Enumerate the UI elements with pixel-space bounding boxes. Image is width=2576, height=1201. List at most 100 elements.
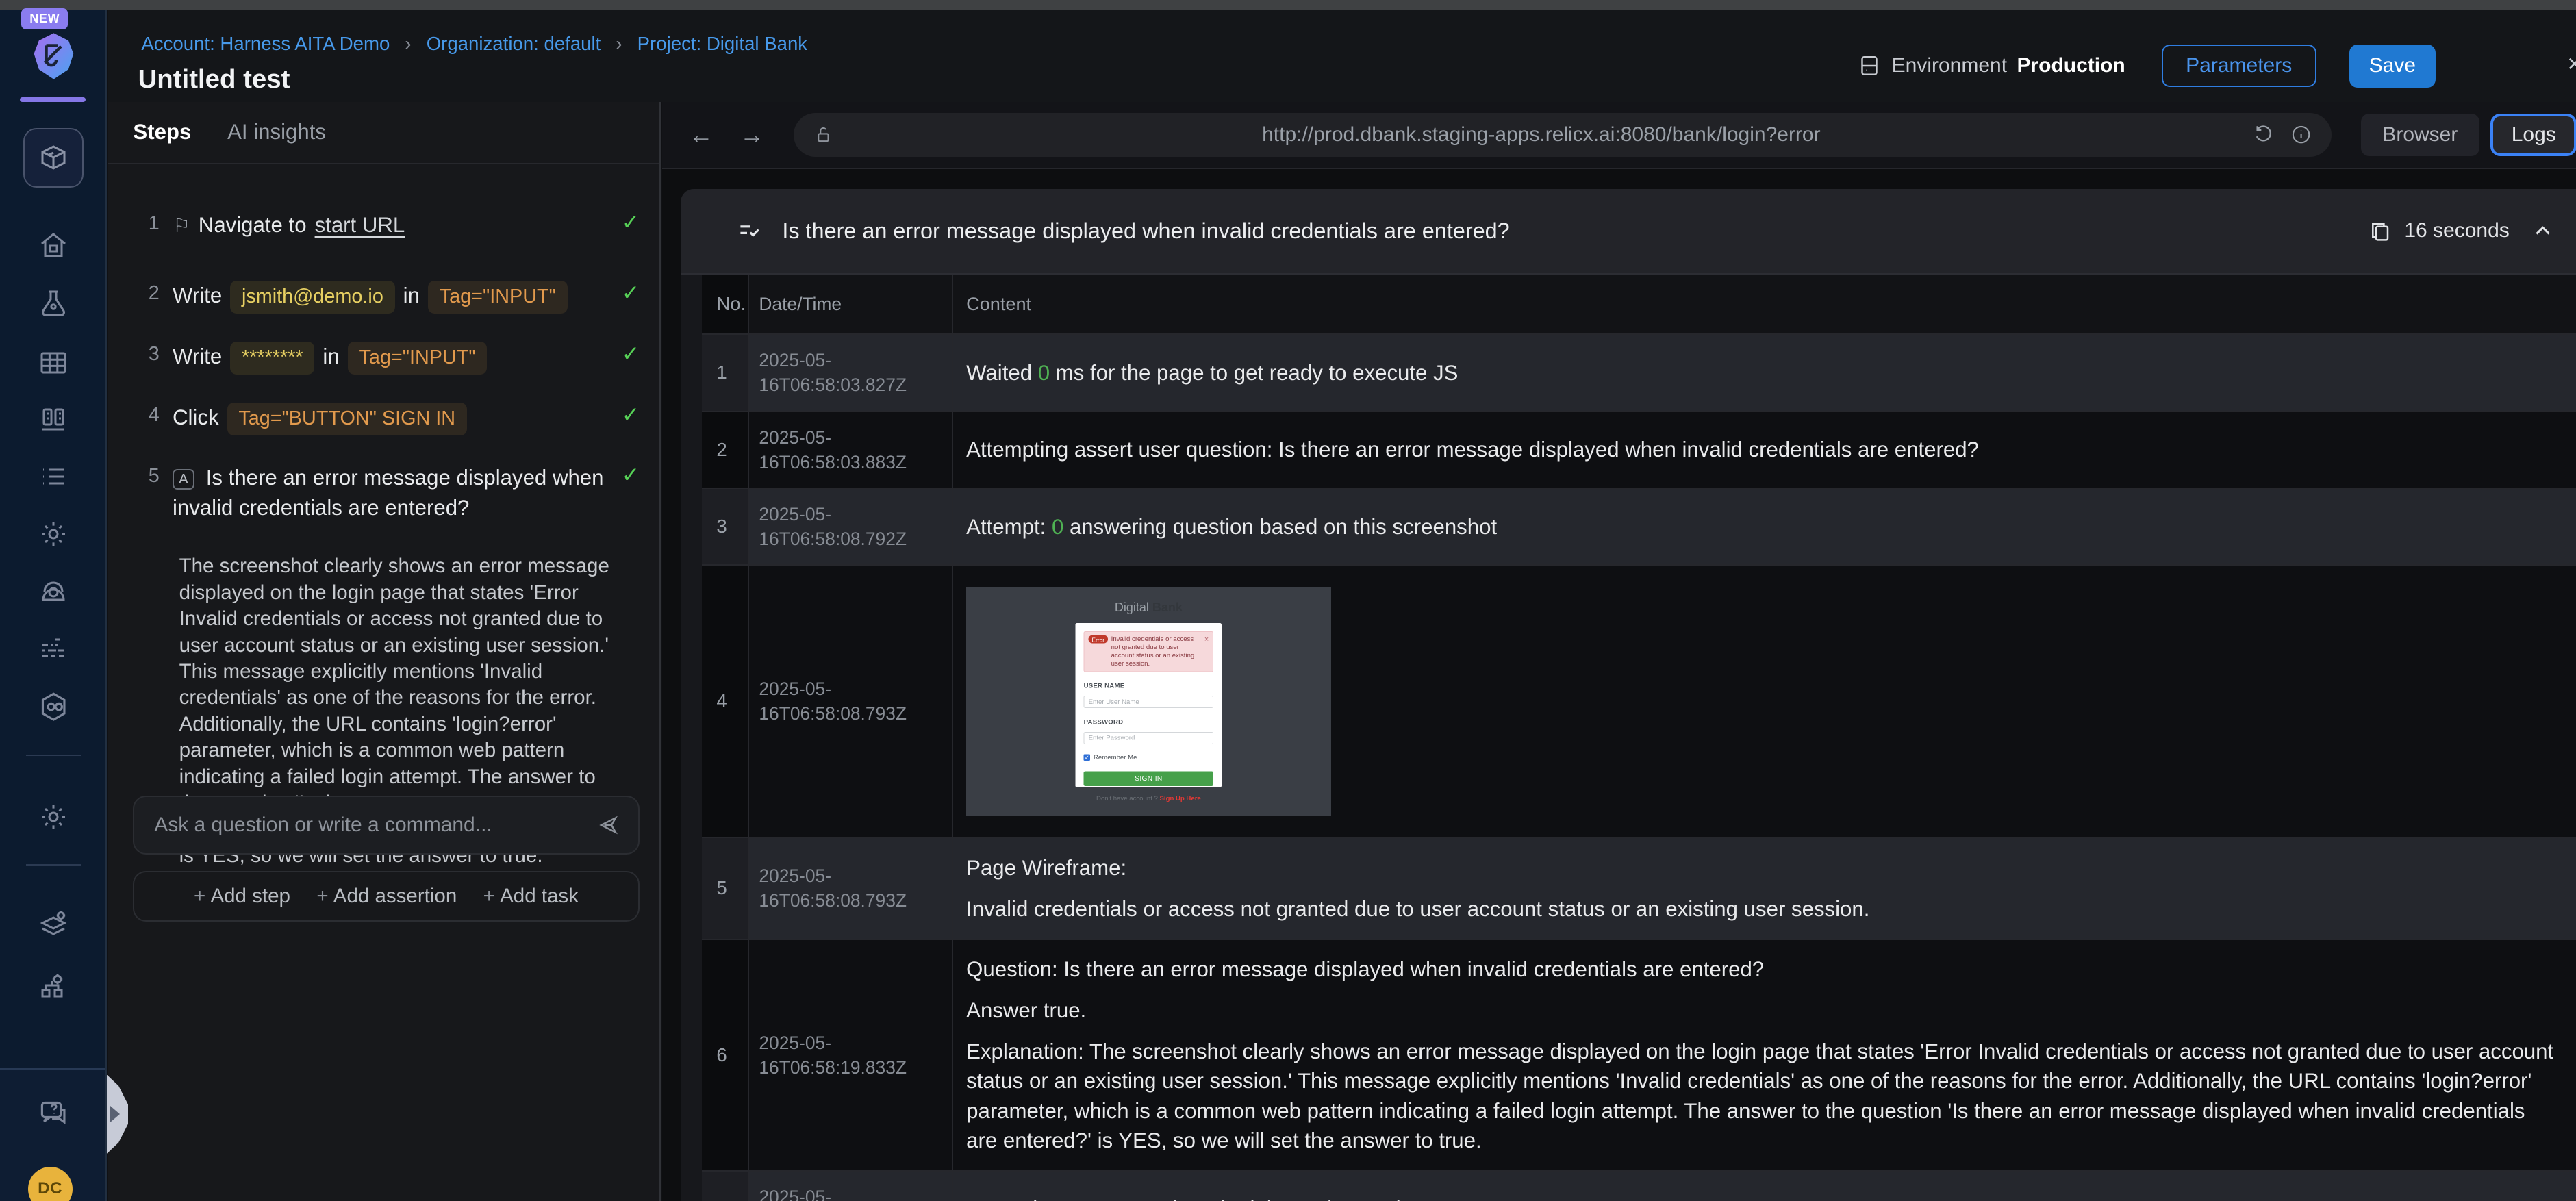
wireframe-password-input: Enter Password	[1083, 732, 1214, 745]
assertion-badge-icon: A	[172, 468, 194, 490]
browser-view-button[interactable]: Browser	[2361, 113, 2479, 157]
breadcrumb-account[interactable]: Account: Harness AITA Demo	[141, 33, 390, 54]
home-icon	[41, 232, 66, 257]
url-bar[interactable]: http://prod.dbank.staging-apps.relicx.ai…	[794, 112, 2332, 157]
log-row-number: 1	[701, 335, 748, 411]
wireframe-error-text: Invalid credentials or access not grante…	[1111, 635, 1195, 668]
window-top-strip	[0, 0, 2576, 10]
sidebar-item-module-selected[interactable]	[23, 128, 84, 188]
wireframe-login-page: Digital Bank Error Invalid credentials or …	[966, 587, 1331, 816]
log-row: 6 2025-05-16T06:58:19.833Z Question: Is th…	[701, 939, 2576, 1172]
step-row[interactable]: 3 Write ******** in Tag="INPUT" ✓	[133, 341, 640, 375]
sidebar-item-chaos[interactable]	[0, 626, 107, 672]
step-row[interactable]: 4 Click Tag="BUTTON" SIGN IN ✓	[133, 402, 640, 435]
logs-view-button[interactable]: Logs	[2490, 114, 2576, 156]
sidebar-item-cd[interactable]	[0, 683, 107, 729]
log-text: Synced step state and marked the end eve…	[966, 1197, 1419, 1201]
step-row[interactable]: 5 A Is there an error message displayed wh…	[133, 463, 640, 522]
sidebar-item-list[interactable]	[0, 453, 107, 499]
add-step-button[interactable]: + Add step	[194, 885, 290, 908]
step-success-check-icon: ✓	[621, 280, 640, 305]
step-selector-chip[interactable]: Tag="INPUT"	[427, 280, 568, 314]
steps-list: 1 ⚐ Navigate to start URL ✓ 2 Write jsmith@demo…	[108, 164, 659, 522]
info-icon[interactable]	[2290, 124, 2312, 145]
checklist-icon	[736, 218, 762, 244]
steps-panel: Steps AI insights 1 ⚐ Navigate to start URL…	[108, 101, 661, 1201]
chaos-dashes-icon	[42, 638, 65, 657]
infinity-hexagon-icon	[41, 692, 66, 721]
step-row[interactable]: 2 Write jsmith@demo.io in Tag="INPUT" ✓	[133, 280, 640, 314]
close-icon[interactable]: ×	[2567, 49, 2576, 78]
add-task-button[interactable]: + Add task	[483, 885, 579, 908]
copy-icon[interactable]	[2369, 220, 2392, 243]
forward-icon[interactable]: →	[740, 121, 764, 149]
log-content-line: Explanation: The screenshot clearly show…	[966, 1037, 2560, 1155]
back-icon[interactable]: ←	[689, 121, 714, 149]
send-icon[interactable]	[597, 813, 622, 837]
sidebar-item-grid[interactable]	[0, 340, 107, 386]
question-header-row[interactable]: Is there an error message displayed when…	[680, 188, 2576, 275]
step-row[interactable]: 1 ⚐ Navigate to start URL ✓	[133, 210, 640, 241]
log-row-timestamp: 2025-05-16T06:58:19.863Z	[747, 1171, 953, 1201]
wireframe-password-label: PASSWORD	[1083, 718, 1124, 726]
sidebar-item-lab[interactable]	[0, 281, 107, 327]
save-button[interactable]: Save	[2349, 44, 2436, 88]
tab-ai-insights[interactable]: AI insights	[227, 120, 326, 144]
refresh-icon[interactable]	[2253, 124, 2274, 145]
sidebar-item-home[interactable]	[0, 222, 107, 268]
log-row-timestamp: 2025-05-16T06:58:03.827Z	[747, 335, 953, 411]
breadcrumb-project[interactable]: Project: Digital Bank	[637, 33, 807, 54]
timestamp-text: 2025-05-16T06:58:19.833Z	[759, 1032, 907, 1078]
step-value-chip[interactable]: ********	[230, 341, 315, 375]
step-text: Write	[172, 344, 223, 369]
sidebar-item-support[interactable]	[0, 568, 107, 614]
add-assertion-button[interactable]: + Add assertion	[316, 885, 457, 908]
duration-number: 0	[1037, 360, 1050, 385]
step-value-chip[interactable]: jsmith@demo.io	[230, 280, 395, 314]
step-selector-chip[interactable]: Tag="BUTTON" SIGN IN	[227, 402, 467, 435]
log-row-number: 2	[701, 412, 748, 488]
chevron-up-icon[interactable]	[2532, 220, 2553, 242]
active-module-underline	[19, 97, 86, 102]
wireframe-login-card: Error Invalid credentials or access not g…	[1075, 623, 1222, 816]
log-row-timestamp: 2025-05-16T06:58:08.793Z	[747, 566, 953, 837]
step-text: in	[323, 344, 340, 369]
step-success-check-icon: ✓	[621, 210, 640, 235]
step-link[interactable]: start URL	[315, 213, 405, 237]
log-content-line: Synced step state and marked the end eve…	[966, 1194, 2560, 1201]
sidebar-item-default-settings[interactable]	[0, 900, 107, 946]
screenshot-thumbnail[interactable]: Digital Bank Error Invalid credentials or …	[966, 587, 1331, 816]
log-content-line: Question: Is there an error message disp…	[966, 955, 2560, 984]
step-success-check-icon: ✓	[621, 341, 640, 366]
wireframe-remember-label: Remember Me	[1094, 754, 1137, 761]
harness-logo[interactable]	[31, 31, 76, 81]
log-row-number: 5	[701, 838, 748, 939]
breadcrumb-separator: ›	[616, 32, 622, 54]
log-row-number: 7	[701, 1171, 748, 1201]
wireframe-username-label: USER NAME	[1083, 682, 1125, 690]
timestamp-text: 2025-05-16T06:58:19.863Z	[759, 1186, 831, 1201]
ask-command-input[interactable]	[151, 811, 597, 839]
sidebar-item-account-settings[interactable]	[0, 794, 107, 839]
log-panel: Is there an error message displayed when…	[680, 188, 2576, 1201]
browser-toolbar: ← → http://prod.dbank.staging-apps.relic…	[662, 101, 2576, 170]
step-body: Write ******** in Tag="INPUT"	[172, 341, 611, 375]
sidebar-item-org-structure[interactable]	[0, 963, 107, 1009]
tab-steps[interactable]: Steps	[133, 120, 191, 144]
step-text: Is there an error message displayed when…	[172, 466, 604, 520]
log-content-line: Invalid credentials or access not grante…	[966, 894, 2560, 924]
step-selector-chip[interactable]: Tag="INPUT"	[347, 341, 488, 375]
sidebar-item-cards[interactable]	[0, 398, 107, 444]
log-content-line: Page Wireframe:	[966, 853, 2560, 883]
timestamp-text: 2025-05-16T06:58:03.827Z	[759, 350, 907, 396]
log-text: Page Wireframe:	[966, 855, 1127, 880]
log-row-timestamp: 2025-05-16T06:58:08.793Z	[747, 838, 953, 939]
log-row: 7 2025-05-16T06:58:19.863Z Synced step sta…	[701, 1171, 2576, 1201]
add-actions-box: + Add step + Add assertion + Add task	[133, 870, 640, 922]
sidebar-item-settings-gear[interactable]	[0, 511, 107, 557]
page-title: Untitled test	[138, 64, 290, 94]
sidebar-item-help[interactable]	[0, 1089, 107, 1135]
parameters-button[interactable]: Parameters	[2161, 45, 2316, 88]
breadcrumb-organization[interactable]: Organization: default	[427, 33, 601, 54]
wireframe-help-link: Click here for help (P3)	[1084, 811, 1214, 816]
